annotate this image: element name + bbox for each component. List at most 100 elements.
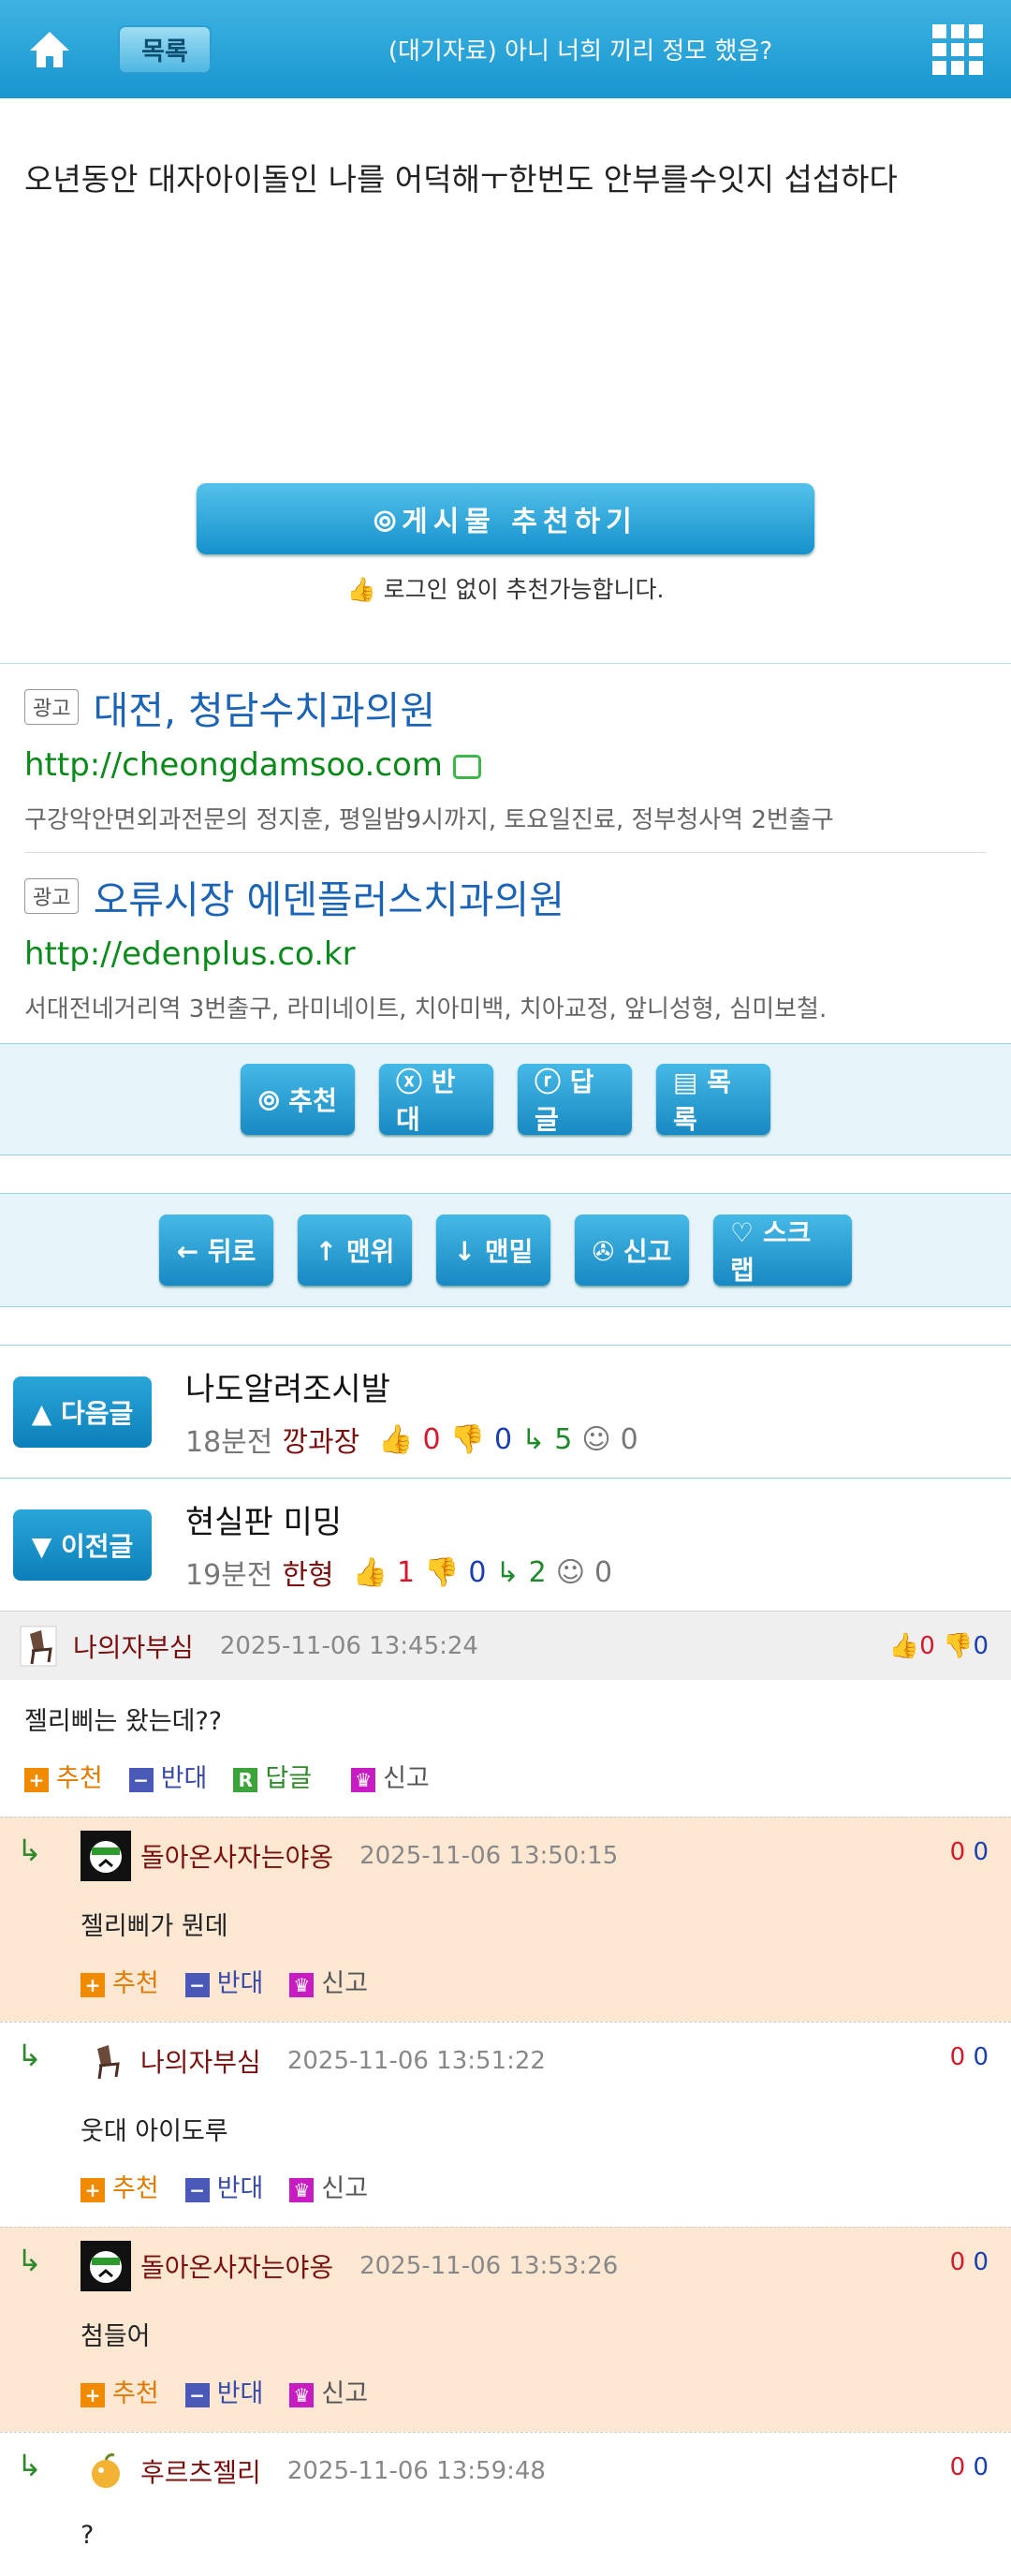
post-body: 오년동안 대자아이돌인 나를 어덕해ㅜ한번도 안부를수잇지 섭섭하다	[24, 161, 898, 198]
recommend-button[interactable]: ⦾ 추천	[241, 1064, 355, 1135]
reply-item: ↳ 후르츠젤리 2025-11-06 13:59:48 0 0 ? +추천 −반…	[0, 2432, 1011, 2576]
views-icon: ☺	[581, 1422, 611, 1456]
reply-oppose[interactable]: −반대	[184, 2373, 263, 2409]
navigation-bar: ← 뒤로 ↑ 맨위 ↓ 맨밑 ✇ 신고 ♡ 스크랩	[0, 1193, 1011, 1307]
next-post-button[interactable]: ▲ 다음글	[13, 1376, 152, 1448]
reply-body: 첨들어	[81, 2322, 151, 2351]
back-button[interactable]: ← 뒤로	[159, 1214, 273, 1286]
report-icon: ♛	[289, 1972, 315, 1997]
ad-tag: 광고	[24, 878, 80, 914]
post-action-bar: ⦾ 추천 ⓧ 반대 ⓡ 답글 ▤ 목록	[0, 1043, 1011, 1156]
reply-report[interactable]: ♛신고	[289, 1963, 368, 1999]
thumbs-up-icon: 👍	[352, 1555, 388, 1589]
reply-nickname[interactable]: 후르츠젤리	[140, 2452, 261, 2490]
reply-body: 젤리삐가 뭔데	[81, 1912, 228, 1941]
comment-nickname[interactable]: 나의자부심	[73, 1627, 194, 1665]
reply-votes: 0 0	[949, 1838, 989, 1866]
bottom-button[interactable]: ↓ 맨밑	[436, 1214, 550, 1286]
reply-arrow-icon: ↳	[521, 1422, 546, 1456]
chat-icon	[452, 754, 481, 779]
reply-actions: +추천 −반대 ♛신고 ✕	[81, 2570, 1011, 2576]
home-icon[interactable]	[26, 26, 73, 73]
reply-oppose[interactable]: −반대	[184, 2168, 263, 2204]
reply-recommend[interactable]: +추천	[81, 2570, 159, 2576]
scrap-button[interactable]: ♡ 스크랩	[713, 1214, 852, 1286]
views-icon: ☺	[555, 1555, 585, 1589]
lion-avatar-icon	[81, 1831, 131, 1881]
comment-body: 젤리삐는 왔는데??	[24, 1707, 223, 1736]
thumbs-up-icon: 👍	[346, 576, 376, 603]
reply-date: 2025-11-06 13:53:26	[359, 2252, 619, 2280]
reply-item: ↳ 나의자부심 2025-11-06 13:51:22 0 0 웃대 아이도루 …	[0, 2022, 1011, 2227]
comment-header: 나의자부심 2025-11-06 13:45:24 👍0 👎0	[0, 1611, 1011, 1680]
reply-nickname[interactable]: 나의자부심	[140, 2042, 261, 2080]
reply-item: ↳ 돌아온사자는야옹 2025-11-06 13:53:26 0 0 첨들어 +…	[0, 2227, 1011, 2432]
next-post-row[interactable]: ▲ 다음글 나도알려조시발 18분전 깡과장 👍 0 👎 0 ↳ 5 ☺ 0	[0, 1345, 1011, 1478]
ad-url[interactable]: http://edenplus.co.kr	[24, 935, 987, 973]
prev-post-title[interactable]: 현실판 미밍	[185, 1496, 612, 1542]
list-button[interactable]: 목록	[118, 24, 212, 74]
reply-arrow-icon: ↳	[17, 2038, 42, 2073]
reply-oppose[interactable]: −반대	[184, 1963, 263, 1999]
ad-tag: 광고	[24, 689, 80, 725]
ad-url[interactable]: http://cheongdamsoo.com	[24, 746, 987, 784]
reply-report[interactable]: ♛신고	[289, 2168, 368, 2204]
reply-arrow-icon: ↳	[17, 2243, 42, 2278]
ad-item[interactable]: 광고 대전, 청담수치과의원 http://cheongdamsoo.com 구…	[0, 664, 1011, 852]
ad-description: 구강악안면외과전문의 정지훈, 평일밤9시까지, 토요일진료, 정부청사역 2번…	[24, 806, 834, 834]
page-title: (대기자료) 아니 너희 끼리 정모 했음?	[388, 37, 773, 66]
reply-actions: + 추천 − 반대 ♛ 신고	[81, 2373, 1011, 2415]
comment-actions: + 추천 − 반대 R 답글 ♛ 신고	[0, 1758, 1011, 1817]
prev-post-button[interactable]: ▼ 이전글	[13, 1509, 152, 1581]
reply-arrow-icon: ↳	[17, 2448, 42, 2483]
thumbs-up-icon: 👍	[378, 1422, 414, 1456]
reply-oppose[interactable]: −반대	[185, 2570, 264, 2576]
comment-reply[interactable]: R 답글	[233, 1758, 312, 1794]
ad-title[interactable]: 대전, 청담수치과의원	[94, 688, 436, 733]
reply-votes: 0 0	[949, 2043, 989, 2071]
reply-nickname[interactable]: 돌아온사자는야옹	[140, 1837, 333, 1875]
chair-avatar-icon	[97, 2045, 120, 2080]
prev-post-row[interactable]: ▼ 이전글 현실판 미밍 19분전 한형 👍 1 👎 0 ↳ 2 ☺ 0	[0, 1478, 1011, 1611]
reply-body: ?	[81, 2521, 95, 2550]
reply-button[interactable]: ⓡ 답글	[518, 1064, 632, 1135]
report-icon: ♛	[351, 1767, 376, 1792]
reply-recommend[interactable]: +추천	[81, 2373, 159, 2409]
reply-arrow-icon: ↳	[17, 1833, 42, 1868]
chair-avatar-icon	[20, 1626, 57, 1666]
comment-oppose[interactable]: − 반대	[128, 1758, 207, 1794]
recommend-post-button[interactable]: ⦾게시물 추천하기	[197, 483, 814, 554]
top-button[interactable]: ↑ 맨위	[298, 1214, 412, 1286]
post-time: 19분전	[185, 1559, 273, 1592]
reply-report[interactable]: ♛신고	[289, 2373, 368, 2409]
reply-actions: + 추천 − 반대 ♛ 신고	[81, 2168, 1011, 2210]
reply-recommend[interactable]: +추천	[81, 2168, 159, 2204]
ad-description: 서대전네거리역 3번출구, 라미네이트, 치아미백, 치아교정, 앞니성형, 심…	[24, 995, 828, 1023]
fruit-jelly-avatar-icon	[92, 2453, 120, 2488]
list-button[interactable]: ▤ 목록	[656, 1064, 770, 1135]
comment-votes: 👍0 👎0	[888, 1631, 989, 1660]
top-header: 목록 (대기자료) 아니 너희 끼리 정모 했음?	[0, 0, 1011, 98]
reply-date: 2025-11-06 13:50:15	[359, 1842, 619, 1870]
comment-report[interactable]: ♛ 신고	[351, 1758, 430, 1794]
comment-recommend[interactable]: + 추천	[24, 1758, 103, 1794]
post-author: 깡과장	[282, 1426, 360, 1459]
lion-avatar-icon	[81, 2241, 131, 2291]
ad-item[interactable]: 광고 오류시장 에덴플러스치과의원 http://edenplus.co.kr …	[0, 853, 1011, 1041]
reply-report[interactable]: ♛신고	[289, 2570, 368, 2576]
oppose-button[interactable]: ⓧ 반대	[379, 1064, 493, 1135]
next-post-title[interactable]: 나도알려조시발	[185, 1363, 638, 1409]
menu-grid-icon[interactable]	[932, 24, 983, 75]
reply-votes: 0 0	[949, 2248, 989, 2276]
report-icon: ♛	[289, 2177, 315, 2202]
reply-date: 2025-11-06 13:59:48	[286, 2457, 546, 2485]
reply-recommend[interactable]: +추천	[81, 1963, 159, 1999]
reply-nickname[interactable]: 돌아온사자는야옹	[140, 2247, 333, 2285]
report-button[interactable]: ✇ 신고	[575, 1214, 689, 1286]
reply-votes: 0 0	[949, 2453, 989, 2481]
recommend-note: 👍 로그인 없이 추천가능합니다.	[346, 576, 665, 603]
thumbs-down-icon: 👎	[424, 1555, 460, 1589]
reply-date: 2025-11-06 13:51:22	[286, 2047, 546, 2075]
ad-title[interactable]: 오류시장 에덴플러스치과의원	[94, 877, 564, 922]
post-author: 한형	[282, 1559, 334, 1592]
